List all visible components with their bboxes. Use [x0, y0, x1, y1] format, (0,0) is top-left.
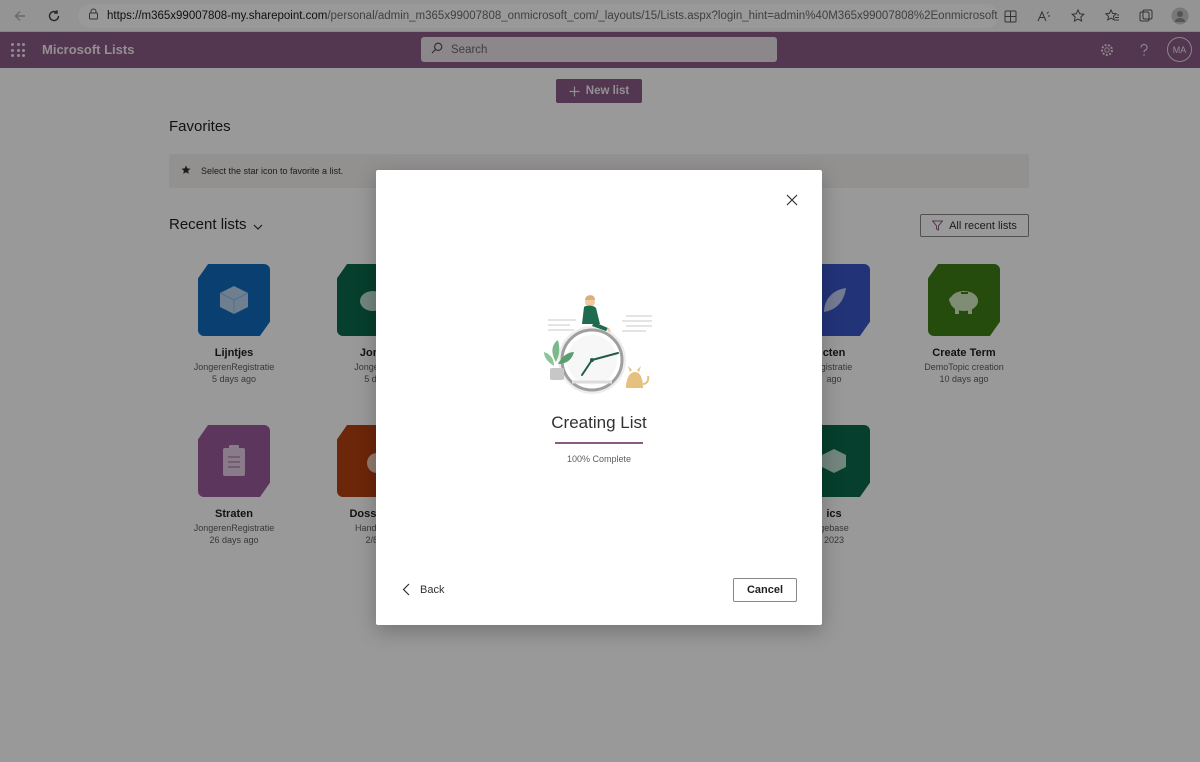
cancel-button[interactable]: Cancel	[733, 578, 797, 602]
dialog-title: Creating List	[551, 413, 647, 432]
creating-list-dialog: Creating List 100% Complete Back Cancel	[376, 170, 822, 625]
close-icon[interactable]	[784, 192, 800, 208]
progress-bar	[555, 442, 643, 444]
back-button[interactable]: Back	[402, 583, 444, 596]
clock-illustration	[542, 292, 658, 404]
progress-bar-fill	[555, 442, 643, 444]
chevron-left-icon	[402, 583, 410, 596]
back-label: Back	[420, 583, 445, 596]
progress-status-text: 100% Complete	[566, 454, 632, 464]
